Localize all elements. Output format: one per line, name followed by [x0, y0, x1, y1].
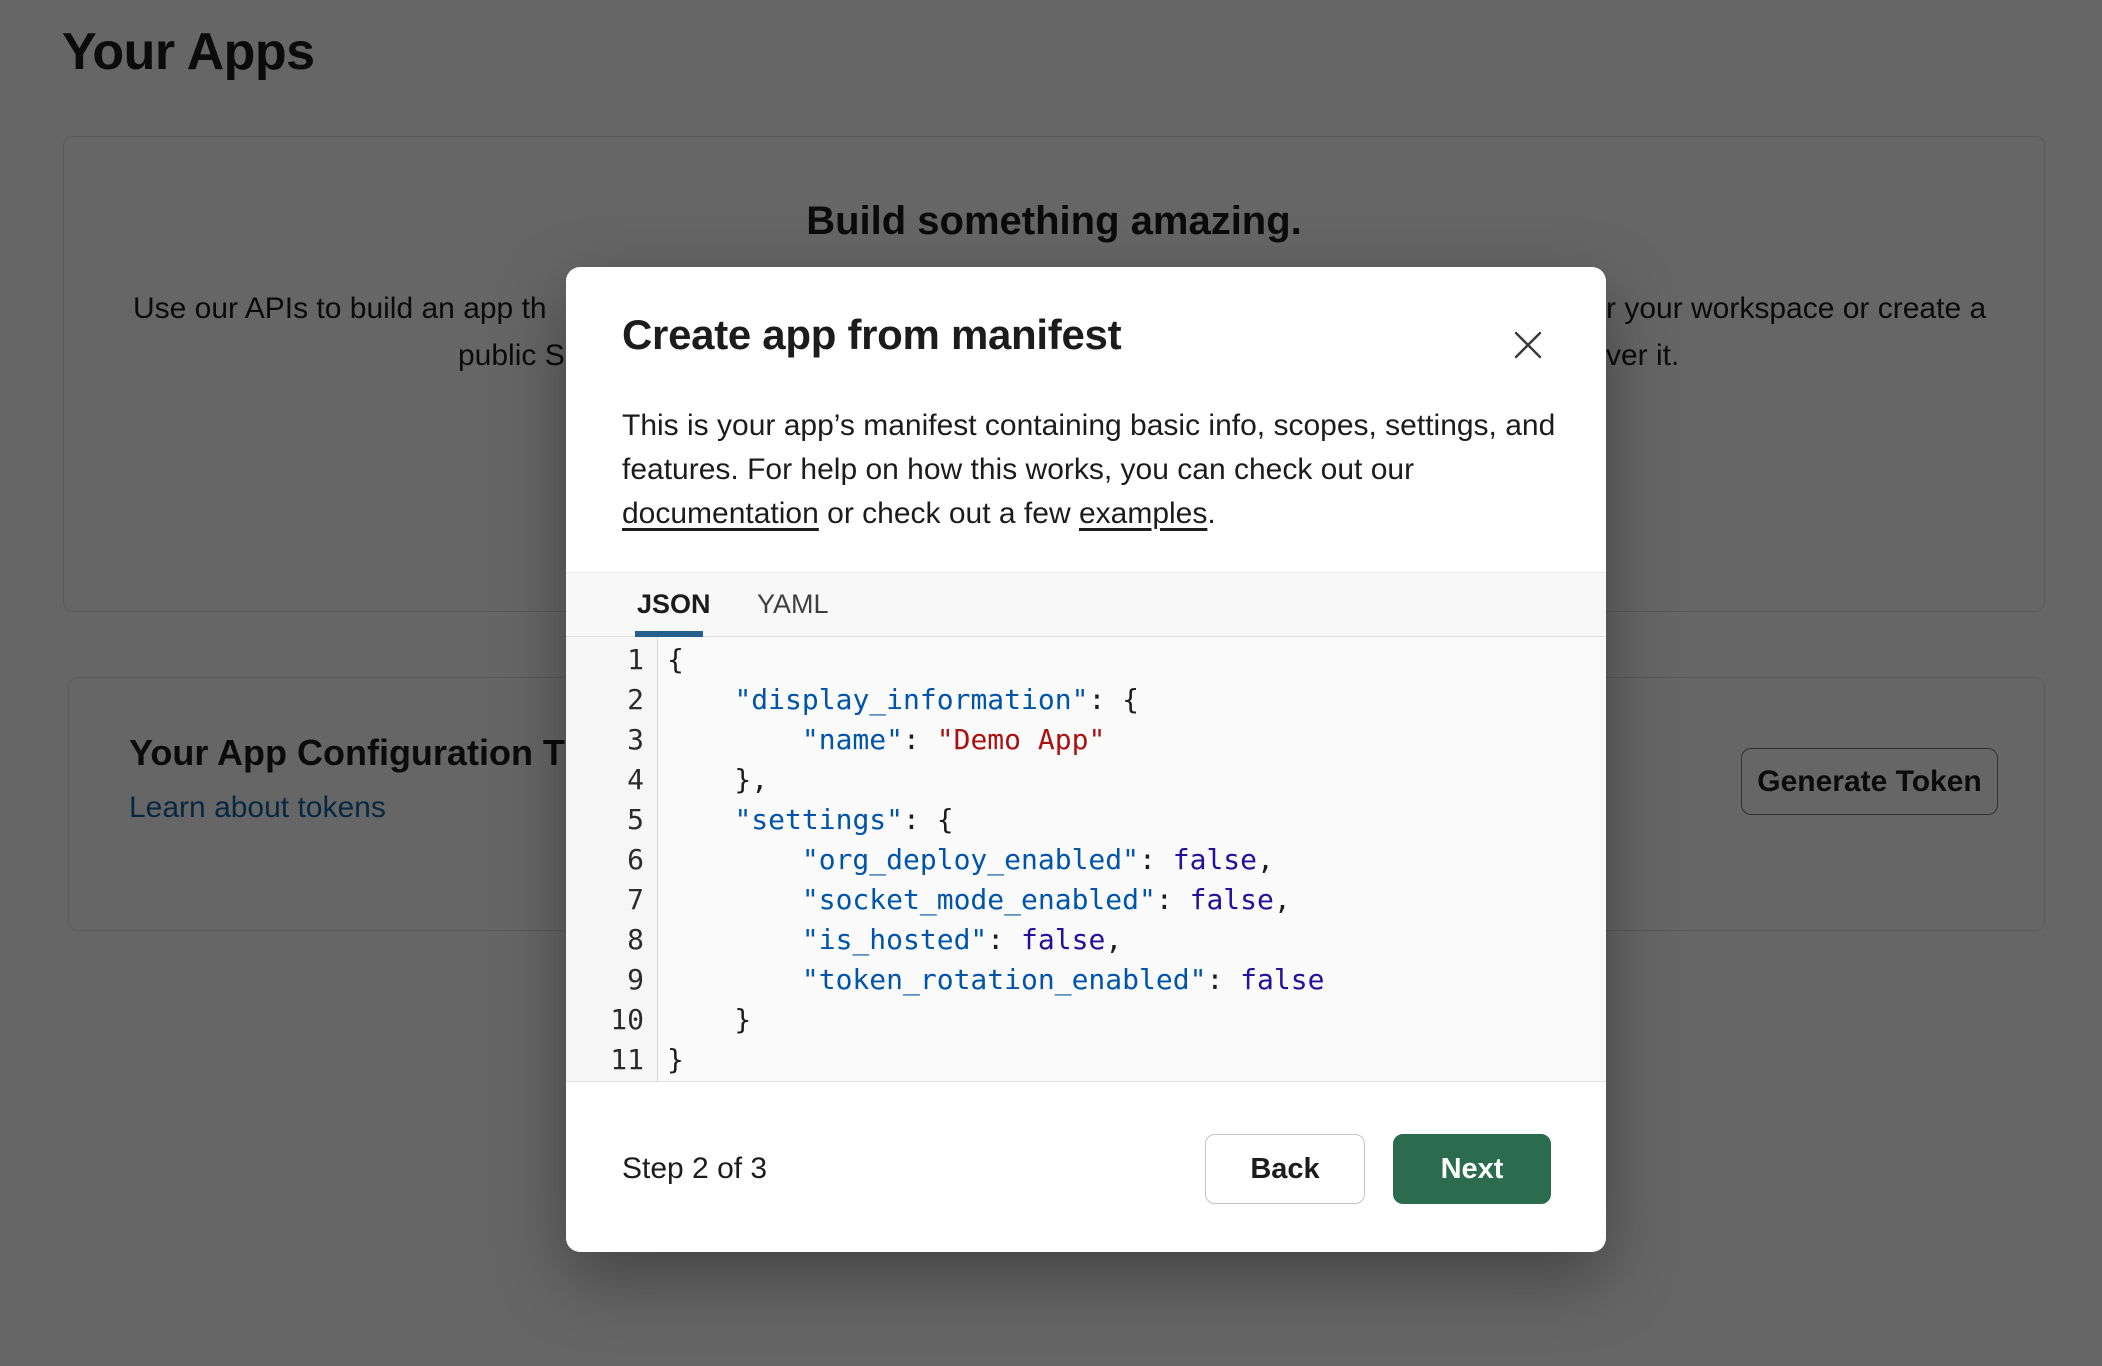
line-number: 5	[566, 800, 657, 840]
line-number: 7	[566, 880, 657, 920]
code-line[interactable]: 7 "socket_mode_enabled": false,	[566, 880, 1606, 920]
screen: Your Apps Build something amazing. Use o…	[0, 0, 2102, 1366]
code-text: "token_rotation_enabled": false	[657, 960, 1324, 1000]
close-icon	[1508, 325, 1548, 365]
code-text: "org_deploy_enabled": false,	[657, 840, 1274, 880]
code-line[interactable]: 3 "name": "Demo App"	[566, 720, 1606, 760]
create-app-from-manifest-modal: Create app from manifest This is your ap…	[566, 267, 1606, 1252]
manifest-code-editor[interactable]: 1{2 "display_information": {3 "name": "D…	[566, 637, 1606, 1082]
code-text: "socket_mode_enabled": false,	[657, 880, 1291, 920]
line-number: 1	[566, 640, 657, 680]
code-text: {	[657, 640, 684, 680]
code-text: "settings": {	[657, 800, 954, 840]
code-text: "is_hosted": false,	[657, 920, 1122, 960]
code-line[interactable]: 2 "display_information": {	[566, 680, 1606, 720]
line-number: 9	[566, 960, 657, 1000]
code-line[interactable]: 8 "is_hosted": false,	[566, 920, 1606, 960]
modal-description-line2: features. For help on how this works, yo…	[622, 451, 1562, 489]
code-line[interactable]: 5 "settings": {	[566, 800, 1606, 840]
code-lines: 1{2 "display_information": {3 "name": "D…	[566, 640, 1606, 1080]
line-number: 2	[566, 680, 657, 720]
back-button[interactable]: Back	[1205, 1134, 1365, 1204]
documentation-link[interactable]: documentation	[622, 497, 819, 530]
next-button[interactable]: Next	[1393, 1134, 1551, 1204]
step-indicator: Step 2 of 3	[622, 1152, 767, 1186]
line-number: 10	[566, 1000, 657, 1040]
manifest-format-tabs: JSON YAML	[566, 572, 1606, 637]
code-text: }	[657, 1040, 684, 1080]
line-number: 3	[566, 720, 657, 760]
code-line[interactable]: 9 "token_rotation_enabled": false	[566, 960, 1606, 1000]
modal-description-line3: documentation or check out a few example…	[622, 495, 1562, 533]
tab-json[interactable]: JSON	[637, 573, 711, 638]
code-line[interactable]: 1{	[566, 640, 1606, 680]
line-number: 6	[566, 840, 657, 880]
modal-description-line1: This is your app’s manifest containing b…	[622, 407, 1562, 445]
line-number: 11	[566, 1040, 657, 1080]
examples-link[interactable]: examples	[1079, 497, 1207, 530]
modal-title: Create app from manifest	[622, 311, 1121, 359]
code-line[interactable]: 6 "org_deploy_enabled": false,	[566, 840, 1606, 880]
code-text: }	[657, 1000, 751, 1040]
line-number: 8	[566, 920, 657, 960]
line-number: 4	[566, 760, 657, 800]
close-button[interactable]	[1508, 325, 1548, 365]
code-line[interactable]: 11}	[566, 1040, 1606, 1080]
description-text: or check out a few	[819, 497, 1079, 530]
description-text: .	[1207, 497, 1215, 530]
code-line[interactable]: 10 }	[566, 1000, 1606, 1040]
code-line[interactable]: 4 },	[566, 760, 1606, 800]
tab-yaml[interactable]: YAML	[757, 573, 829, 638]
code-text: "name": "Demo App"	[657, 720, 1105, 760]
code-text: "display_information": {	[657, 680, 1139, 720]
code-text: },	[657, 760, 768, 800]
